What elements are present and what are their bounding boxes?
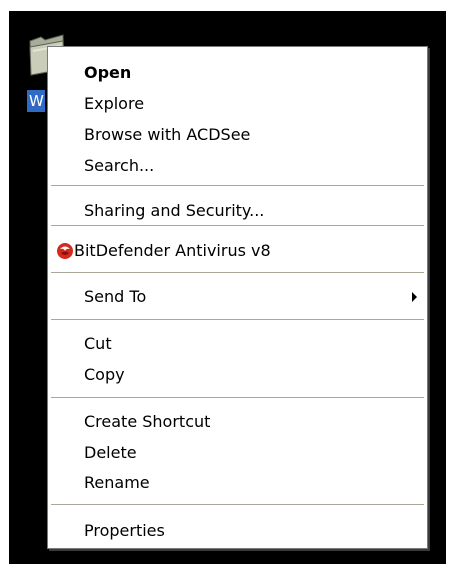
menu-separator: [51, 504, 424, 505]
menu-separator: [51, 272, 424, 273]
menu-item-search[interactable]: Search...: [48, 152, 427, 180]
menu-item-rename[interactable]: Rename: [48, 469, 427, 497]
menu-item-properties[interactable]: Properties: [48, 517, 427, 545]
menu-item-send-to[interactable]: Send To: [48, 283, 427, 311]
menu-separator: [51, 225, 424, 226]
menu-item-bitdefender[interactable]: BitDefender Antivirus v8: [48, 237, 427, 265]
desktop: W Open Explore Browse with ACDSee Search…: [9, 11, 446, 564]
menu-separator: [51, 185, 424, 186]
submenu-arrow-icon: [412, 292, 417, 302]
menu-item-delete[interactable]: Delete: [48, 439, 427, 467]
menu-item-sharing-security[interactable]: Sharing and Security...: [48, 197, 427, 225]
menu-item-copy[interactable]: Copy: [48, 361, 427, 389]
menu-item-label: Send To: [84, 287, 147, 306]
menu-separator: [51, 397, 424, 398]
menu-separator: [51, 319, 424, 320]
folder-label[interactable]: W: [27, 90, 45, 112]
menu-item-open[interactable]: Open: [48, 59, 427, 87]
bitdefender-icon: [57, 243, 73, 259]
menu-item-label: BitDefender Antivirus v8: [74, 241, 271, 260]
menu-item-browse-acdsee[interactable]: Browse with ACDSee: [48, 121, 427, 149]
menu-item-create-shortcut[interactable]: Create Shortcut: [48, 408, 427, 436]
menu-item-cut[interactable]: Cut: [48, 330, 427, 358]
menu-item-explore[interactable]: Explore: [48, 90, 427, 118]
context-menu: Open Explore Browse with ACDSee Search..…: [47, 46, 428, 549]
